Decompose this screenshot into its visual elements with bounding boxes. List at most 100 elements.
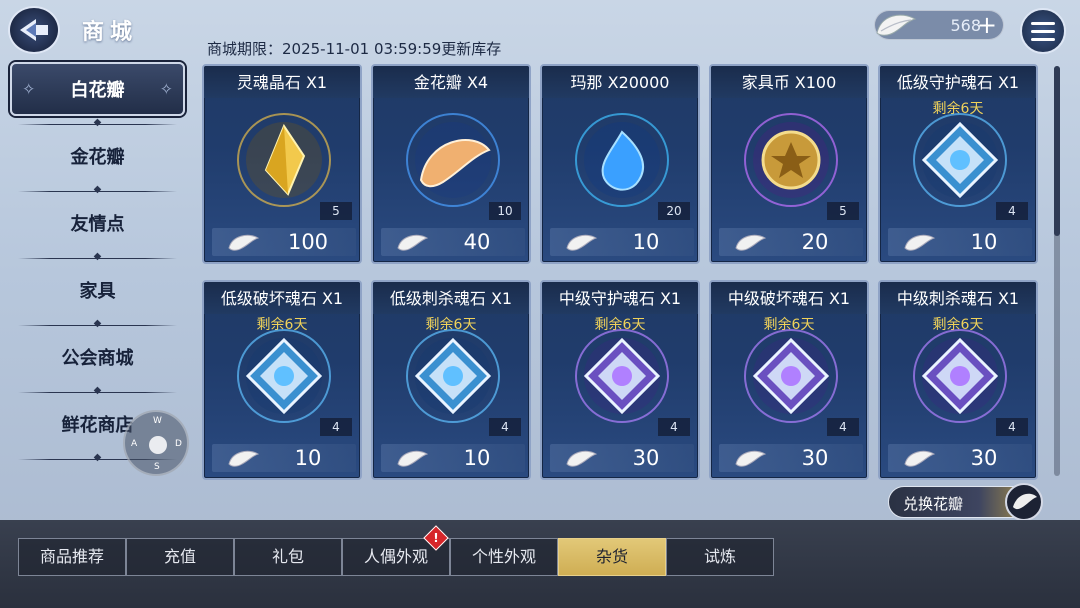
bottom-bar: 商品推荐 充值 礼包 人偶外观! 个性外观 杂货 试炼 bbox=[0, 520, 1080, 608]
tab-label: 充值 bbox=[163, 547, 196, 566]
white-petal-icon bbox=[397, 234, 429, 251]
price-tag: 10 bbox=[550, 228, 694, 256]
tab-label: 试炼 bbox=[703, 547, 736, 566]
white-petal-icon bbox=[904, 450, 936, 467]
product-card[interactable]: 灵魂晶石 X1 5 100 bbox=[202, 64, 362, 264]
product-card[interactable]: 低级刺杀魂石 X1 剩余6天 4 10 bbox=[371, 280, 531, 480]
price-tag: 10 bbox=[381, 444, 525, 472]
tab-1[interactable]: 充值 bbox=[126, 538, 234, 576]
stock-count: 4 bbox=[658, 418, 690, 436]
product-name: 低级刺杀魂石 X1 bbox=[373, 282, 529, 314]
price-value: 10 bbox=[970, 230, 998, 254]
product-name: 低级守护魂石 X1 bbox=[880, 66, 1036, 98]
price-tag: 30 bbox=[719, 444, 863, 472]
price-value: 100 bbox=[287, 230, 329, 254]
badge-text: ! bbox=[433, 531, 439, 545]
scrollbar-thumb[interactable] bbox=[1054, 66, 1060, 236]
movement-joystick[interactable]: W A D S bbox=[123, 410, 189, 476]
back-button[interactable] bbox=[8, 6, 60, 54]
guard-soulstone-icon bbox=[910, 110, 1010, 210]
product-card[interactable]: 低级破坏魂石 X1 剩余6天 4 10 bbox=[202, 280, 362, 480]
white-petal-icon bbox=[735, 234, 767, 251]
mid-assassin-soulstone-icon bbox=[910, 326, 1010, 426]
price-tag: 10 bbox=[888, 228, 1032, 256]
product-name: 灵魂晶石 X1 bbox=[204, 66, 360, 98]
exchange-petals-button[interactable]: 兑换花瓣 bbox=[888, 483, 1043, 521]
sidebar-item-label: 金花瓣 bbox=[70, 147, 125, 168]
joystick-w: W bbox=[153, 416, 162, 426]
white-petal-icon bbox=[735, 450, 767, 467]
white-petal-icon bbox=[228, 234, 260, 251]
stock-count: 5 bbox=[320, 202, 352, 220]
product-card[interactable]: 中级破坏魂石 X1 剩余6天 4 30 bbox=[709, 280, 869, 480]
sidebar-item-guild-shop[interactable]: 公会商城 bbox=[10, 326, 185, 392]
page-title: 商城 bbox=[82, 20, 139, 45]
sidebar-item-friendship[interactable]: 友情点 bbox=[10, 192, 185, 258]
grid-scrollbar[interactable] bbox=[1054, 66, 1060, 476]
menu-icon bbox=[1031, 21, 1055, 25]
product-name: 低级破坏魂石 X1 bbox=[204, 282, 360, 314]
tab-3[interactable]: 人偶外观! bbox=[342, 525, 450, 576]
sidebar-item-label: 家具 bbox=[79, 281, 116, 302]
ornament-icon: ✧ bbox=[22, 79, 36, 99]
product-name: 家具币 X100 bbox=[711, 66, 867, 98]
product-card[interactable]: 低级守护魂石 X1 剩余6天 4 10 bbox=[878, 64, 1038, 264]
tab-0[interactable]: 商品推荐 bbox=[18, 538, 126, 576]
joystick-knob[interactable] bbox=[149, 436, 167, 454]
sidebar-item-gold-petal[interactable]: 金花瓣 bbox=[10, 125, 185, 191]
price-value: 10 bbox=[294, 446, 322, 470]
stock-count: 4 bbox=[827, 418, 859, 436]
sidebar-item-furniture[interactable]: 家具 bbox=[10, 259, 185, 325]
tab-label: 商品推荐 bbox=[39, 547, 104, 566]
joystick-d: D bbox=[175, 439, 182, 449]
currency-display: 568 + bbox=[874, 10, 1004, 40]
gold-crystal-icon bbox=[234, 110, 334, 210]
white-petal-icon bbox=[228, 450, 260, 467]
price-tag: 100 bbox=[212, 228, 356, 256]
sidebar-item-label: 公会商城 bbox=[61, 348, 134, 369]
tab-label: 人偶外观 bbox=[363, 547, 428, 566]
product-name: 玛那 X20000 bbox=[542, 66, 698, 98]
product-grid: 灵魂晶石 X1 5 100 金花瓣 X4 10 40 玛那 X20000 20 bbox=[202, 64, 1042, 480]
price-value: 20 bbox=[801, 230, 829, 254]
price-tag: 30 bbox=[550, 444, 694, 472]
tab-4[interactable]: 个性外观 bbox=[450, 538, 558, 576]
shop-tabs: 商品推荐 充值 礼包 人偶外观! 个性外观 杂货 试炼 bbox=[18, 525, 774, 576]
product-card[interactable]: 家具币 X100 5 20 bbox=[709, 64, 869, 264]
stock-count: 20 bbox=[658, 202, 690, 220]
assassin-soulstone-icon bbox=[403, 326, 503, 426]
price-value: 10 bbox=[632, 230, 660, 254]
stock-count: 5 bbox=[827, 202, 859, 220]
currency-amount: 568 bbox=[950, 16, 981, 35]
furniture-coin-icon bbox=[741, 110, 841, 210]
add-currency-button[interactable]: + bbox=[977, 12, 997, 38]
exchange-label: 兑换花瓣 bbox=[903, 495, 964, 513]
main-menu-button[interactable] bbox=[1020, 8, 1066, 54]
product-card[interactable]: 中级守护魂石 X1 剩余6天 4 30 bbox=[540, 280, 700, 480]
blue-mana-icon bbox=[572, 110, 672, 210]
tab-label: 个性外观 bbox=[471, 547, 536, 566]
petal-exchange-icon bbox=[1005, 483, 1043, 521]
stock-count: 4 bbox=[996, 202, 1028, 220]
price-tag: 10 bbox=[212, 444, 356, 472]
price-tag: 30 bbox=[888, 444, 1032, 472]
golden-petal-icon bbox=[403, 110, 503, 210]
product-card[interactable]: 金花瓣 X4 10 40 bbox=[371, 64, 531, 264]
price-tag: 20 bbox=[719, 228, 863, 256]
sidebar-item-label: 鲜花商店 bbox=[61, 415, 134, 436]
product-name: 金花瓣 X4 bbox=[373, 66, 529, 98]
price-tag: 40 bbox=[381, 228, 525, 256]
tab-5[interactable]: 杂货 bbox=[558, 538, 666, 576]
tab-2[interactable]: 礼包 bbox=[234, 538, 342, 576]
product-name: 中级破坏魂石 X1 bbox=[711, 282, 867, 314]
sidebar-item-white-petal[interactable]: ✧ 白花瓣 ✧ bbox=[10, 62, 185, 116]
joystick-a: A bbox=[131, 439, 138, 449]
tab-label: 杂货 bbox=[595, 547, 628, 566]
price-value: 30 bbox=[970, 446, 998, 470]
product-card[interactable]: 玛那 X20000 20 10 bbox=[540, 64, 700, 264]
white-petal-icon bbox=[566, 234, 598, 251]
destroy-soulstone-icon bbox=[234, 326, 334, 426]
product-card[interactable]: 中级刺杀魂石 X1 剩余6天 4 30 bbox=[878, 280, 1038, 480]
white-petal-icon bbox=[904, 234, 936, 251]
tab-6[interactable]: 试炼 bbox=[666, 538, 774, 576]
